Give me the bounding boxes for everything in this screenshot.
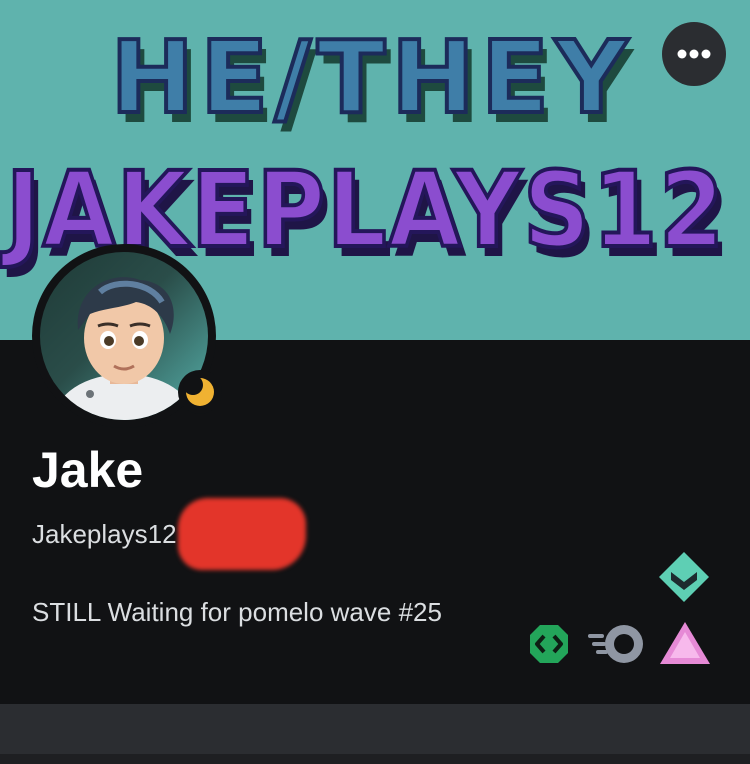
bottom-edge — [0, 754, 750, 764]
nitro-boost-icon — [660, 622, 710, 664]
status-indicator — [178, 370, 222, 414]
nitro-boost-badge[interactable] — [658, 620, 712, 671]
hypesquad-bravery-badge[interactable] — [657, 550, 711, 609]
username: Jakeplays12 — [32, 519, 177, 549]
nitro-badge[interactable] — [586, 620, 646, 673]
more-horizontal-icon — [677, 49, 711, 59]
active-developer-icon — [530, 625, 568, 663]
avatar-frame — [32, 244, 222, 428]
display-name: Jake — [32, 442, 144, 498]
redaction-mark — [178, 498, 306, 570]
banner-line1-text: HE/THEY — [110, 19, 633, 136]
more-options-button[interactable] — [662, 22, 726, 86]
nitro-icon — [588, 625, 643, 663]
bottom-bar — [0, 704, 750, 754]
hypesquad-bravery-icon — [659, 552, 709, 602]
custom-status: STILL Waiting for pomelo wave #25 — [32, 597, 442, 627]
idle-moon-icon — [183, 375, 214, 406]
active-developer-badge[interactable] — [527, 622, 571, 671]
